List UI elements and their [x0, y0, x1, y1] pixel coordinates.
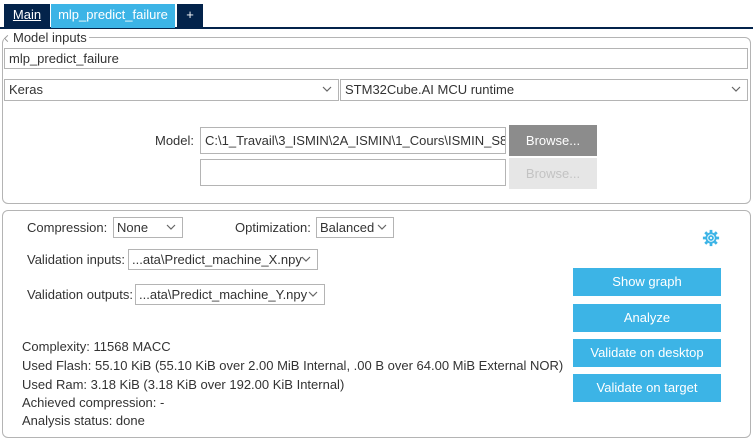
analyze-button[interactable]: Analyze — [573, 304, 721, 332]
analysis-status-text: Analysis status: done — [22, 413, 145, 428]
achieved-compression-text: Achieved compression: - — [22, 395, 165, 410]
validation-inputs-select[interactable]: ...ata\Predict_machine_X.npy — [128, 249, 318, 270]
model-inputs-legend: Model inputs — [3, 30, 89, 46]
optimization-select[interactable]: Balanced — [316, 217, 394, 238]
validation-outputs-value: ...ata\Predict_machine_Y.npy — [139, 287, 308, 302]
runtime-select-value: STM32Cube.AI MCU runtime — [345, 82, 515, 97]
optimization-select-value: Balanced — [320, 220, 375, 235]
validate-on-target-button[interactable]: Validate on target — [573, 374, 721, 402]
chevron-down-icon — [166, 224, 176, 230]
tab-mlp-predict-failure[interactable]: mlp_predict_failure — [51, 4, 175, 28]
validation-outputs-label: Validation outputs: — [27, 287, 133, 302]
collapse-chevron-icon[interactable] — [3, 35, 12, 43]
browse-secondary-button[interactable]: Browse... — [509, 158, 597, 189]
model-label: Model: — [155, 133, 195, 148]
chevron-down-icon — [731, 86, 741, 92]
chevron-down-icon — [301, 256, 311, 262]
used-ram-text: Used Ram: 3.18 KiB (3.18 KiB over 192.00… — [22, 377, 345, 392]
validation-inputs-value: ...ata\Predict_machine_X.npy — [132, 252, 302, 267]
model-name-input[interactable]: mlp_predict_failure — [4, 48, 748, 69]
framework-select[interactable]: Keras — [4, 79, 339, 101]
chevron-down-icon — [322, 86, 332, 92]
optimization-label: Optimization: — [235, 220, 311, 235]
chevron-down-icon — [308, 291, 318, 297]
model-path-input[interactable]: C:\1_Travail\3_ISMIN\2A_ISMIN\1_Cours\IS… — [200, 127, 506, 154]
used-flash-text: Used Flash: 55.10 KiB (55.10 KiB over 2.… — [22, 358, 564, 373]
tab-main[interactable]: Main — [4, 4, 50, 28]
complexity-text: Complexity: 11568 MACC — [22, 339, 171, 354]
compression-select[interactable]: None — [113, 217, 183, 238]
runtime-select[interactable]: STM32Cube.AI MCU runtime — [340, 79, 748, 101]
secondary-path-input[interactable] — [200, 159, 506, 186]
framework-select-value: Keras — [9, 82, 43, 97]
browse-model-button[interactable]: Browse... — [509, 125, 597, 156]
validate-on-desktop-button[interactable]: Validate on desktop — [573, 339, 721, 367]
add-tab-button[interactable]: + — [177, 4, 203, 28]
compression-select-value: None — [117, 220, 149, 235]
validation-outputs-select[interactable]: ...ata\Predict_machine_Y.npy — [135, 284, 325, 305]
model-inputs-title: Model inputs — [13, 30, 87, 45]
show-graph-button[interactable]: Show graph — [573, 268, 721, 296]
validation-inputs-label: Validation inputs: — [27, 252, 126, 267]
chevron-down-icon — [377, 224, 387, 230]
compression-label: Compression: — [27, 220, 108, 235]
gear-icon[interactable] — [702, 229, 720, 247]
